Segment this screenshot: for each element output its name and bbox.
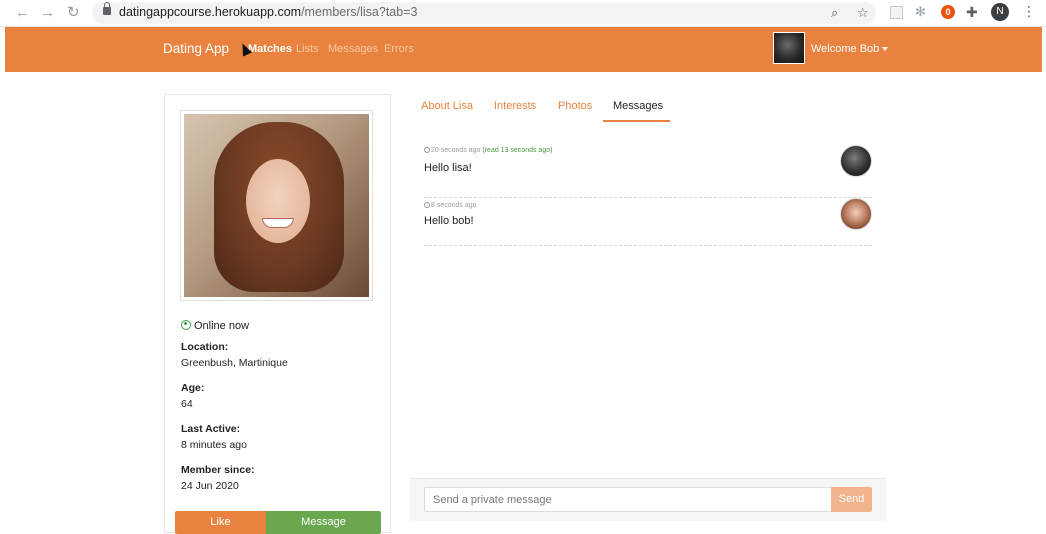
message-meta: 8 seconds ago xyxy=(424,202,477,209)
online-status-text: Online now xyxy=(194,320,250,332)
message-compose-bar: Send xyxy=(410,478,886,521)
message-time: 8 seconds ago xyxy=(431,202,477,209)
clock-icon xyxy=(424,147,430,153)
message-item: 8 seconds ago Hello bob! xyxy=(424,198,872,246)
welcome-label: Welcome Bob xyxy=(811,43,880,55)
tab-interests[interactable]: Interests xyxy=(494,100,536,112)
message-item: 20 seconds ago (read 13 seconds ago) Hel… xyxy=(424,143,872,198)
sender-avatar xyxy=(840,145,872,177)
profile-card: Online now Location: Greenbush, Martiniq… xyxy=(164,94,391,534)
back-icon[interactable]: ← xyxy=(15,4,30,22)
welcome-dropdown[interactable]: Welcome Bob xyxy=(811,43,889,55)
age-label: Age: xyxy=(181,382,205,394)
sender-avatar xyxy=(840,198,872,230)
nav-errors[interactable]: Errors xyxy=(384,43,414,55)
message-time: 20 seconds ago xyxy=(431,147,481,154)
read-receipt: (read 13 seconds ago) xyxy=(482,147,553,154)
age-value: 64 xyxy=(181,398,193,410)
profile-avatar[interactable]: N xyxy=(991,3,1009,21)
member-since-label: Member since: xyxy=(181,464,255,476)
message-text: Hello bob! xyxy=(424,215,474,227)
star-icon[interactable]: ☆ xyxy=(857,5,869,21)
puzzle-icon[interactable]: ✚ xyxy=(966,4,978,21)
profile-photo-frame xyxy=(180,110,373,301)
send-button[interactable]: Send xyxy=(831,487,872,512)
nav-matches[interactable]: Matches xyxy=(248,43,292,55)
url-path: /members/lisa?tab=3 xyxy=(301,5,418,19)
member-since-value: 24 Jun 2020 xyxy=(181,480,239,492)
location-label: Location: xyxy=(181,341,229,353)
nav-messages[interactable]: Messages xyxy=(328,43,378,55)
profile-photo xyxy=(184,114,369,297)
like-button[interactable]: Like xyxy=(175,511,266,534)
brand-link[interactable]: Dating App xyxy=(163,41,229,56)
online-status: Online now xyxy=(181,320,249,332)
tab-photos[interactable]: Photos xyxy=(558,100,592,112)
tab-about[interactable]: About Lisa xyxy=(421,100,473,112)
url-text[interactable]: datingappcourse.herokuapp.com/members/li… xyxy=(119,5,417,19)
url-host: datingappcourse.herokuapp.com xyxy=(119,5,302,19)
message-input[interactable] xyxy=(424,487,832,512)
zoom-icon[interactable]: ⌕ xyxy=(831,5,838,21)
menu-dots-icon[interactable]: ⋮ xyxy=(1022,3,1036,20)
last-active-value: 8 minutes ago xyxy=(181,439,247,451)
active-tab-indicator xyxy=(603,120,670,122)
clock-icon xyxy=(424,202,430,208)
location-value: Greenbush, Martinique xyxy=(181,357,288,369)
caret-down-icon xyxy=(882,47,889,52)
app-navbar: Dating App Matches Lists Messages Errors… xyxy=(5,27,1042,72)
reload-icon[interactable]: ↻ xyxy=(67,4,80,22)
user-online-icon xyxy=(181,320,191,330)
tab-messages[interactable]: Messages xyxy=(613,100,663,112)
snowflake-extension-icon[interactable]: ✻ xyxy=(915,4,926,20)
orange-extension-icon[interactable]: 0 xyxy=(941,5,955,19)
message-text: Hello lisa! xyxy=(424,162,472,174)
browser-toolbar: ← → ↻ datingappcourse.herokuapp.com/memb… xyxy=(0,0,1046,27)
message-meta: 20 seconds ago (read 13 seconds ago) xyxy=(424,147,552,154)
forward-icon[interactable]: → xyxy=(40,4,55,22)
last-active-label: Last Active: xyxy=(181,423,241,435)
extension-icon[interactable] xyxy=(890,6,903,19)
nav-lists[interactable]: Lists xyxy=(296,43,319,55)
message-button[interactable]: Message xyxy=(266,511,381,534)
lock-icon xyxy=(103,2,111,15)
user-avatar[interactable] xyxy=(773,32,805,64)
